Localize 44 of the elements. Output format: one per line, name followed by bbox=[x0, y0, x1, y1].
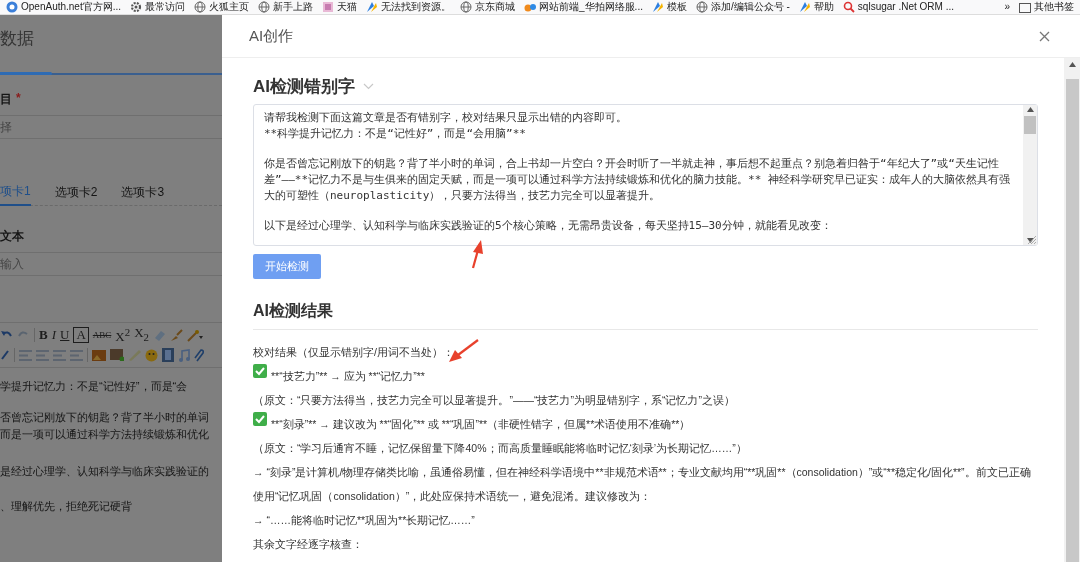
bookmark-folder[interactable]: 其他书签 bbox=[1019, 1, 1074, 13]
format-button[interactable]: I bbox=[51, 328, 56, 342]
format-button[interactable]: U bbox=[60, 328, 70, 342]
required-mark: * bbox=[16, 91, 21, 107]
result-text: 校对结果（仅显示错别字/用词不当处）： bbox=[253, 345, 454, 360]
format-button[interactable]: B bbox=[39, 328, 48, 342]
bookmark-link[interactable]: 天猫 bbox=[322, 1, 358, 13]
dialog-title: AI创作 bbox=[249, 26, 294, 46]
format-button[interactable]: A bbox=[73, 327, 89, 343]
format-button[interactable]: ABC bbox=[92, 328, 112, 342]
editor-text: 是经过心理学、认知科学与临床实践验证的 bbox=[0, 464, 210, 479]
bookmark-link[interactable]: 模板 bbox=[651, 1, 687, 13]
bookmark-link[interactable]: 网站前端_华拍网络服... bbox=[524, 1, 643, 13]
result-text: **“技艺力”** → 应为 **“记忆力”** bbox=[271, 369, 425, 384]
bookmark-link[interactable]: 添加/编辑公众号 - bbox=[695, 1, 790, 13]
bookmark-link[interactable]: OpenAuth.net官方网... bbox=[6, 1, 122, 13]
editor-text: 、理解优先，拒绝死记硬背 bbox=[0, 499, 133, 514]
bookmark-link[interactable]: 火狐主页 bbox=[194, 1, 250, 13]
result-text: → “……能将临时记忆**巩固为**长期记忆……” bbox=[253, 513, 475, 528]
bookmark-link[interactable]: 京东商城 bbox=[460, 1, 516, 13]
editor-text: 而是一项可以通过科学方法持续锻炼和优化 bbox=[0, 427, 210, 442]
editor-text: 学提升记忆力：不是“记性好”，而是“会 bbox=[0, 379, 189, 394]
result-text: **“刻录”** → 建议改为 **“固化”** 或 **“巩固”**（非硬性错字，但属**术语使用不准确**） bbox=[271, 417, 691, 432]
result-text: （原文：“学习后通宵不睡，记忆保留量下降40%；而高质量睡眠能将临时记忆‘刻录’为长期记忆……”） bbox=[253, 441, 747, 456]
bookmark-link[interactable]: 无法找到资源。 bbox=[366, 1, 452, 13]
field-label: 目 bbox=[0, 91, 12, 108]
page-title: 数据 bbox=[0, 28, 35, 50]
result-text: 其余文字经逐字核查： bbox=[253, 537, 363, 552]
overflow-chevron[interactable]: » bbox=[1004, 1, 1010, 13]
editor-text: 否曾忘记刚放下的钥匙？背了半小时的单词 bbox=[0, 410, 210, 425]
bookmark-link[interactable]: 新手上路 bbox=[258, 1, 314, 13]
bookmark-link[interactable]: 帮助 bbox=[798, 1, 834, 13]
result-title: AI检测结果 bbox=[253, 301, 1038, 330]
field-label: 文本 bbox=[0, 228, 24, 245]
section-title: AI检测错别字 bbox=[253, 75, 355, 98]
tab[interactable]: 选项卡3 bbox=[121, 179, 165, 205]
format-button[interactable]: X$_{2}$ bbox=[134, 326, 149, 344]
tab[interactable]: 选项卡2 bbox=[54, 179, 98, 205]
bookmark-link[interactable]: 最常访问 bbox=[130, 1, 186, 13]
result-text: （原文：“只要方法得当，技艺力完全可以显著提升。”——“技艺力”为明显错别字，系“记忆力”之误） bbox=[253, 393, 735, 408]
prompt-field[interactable]: 请帮我检测下面这篇文章是否有错别字，校对结果只显示出错的内容即可。 **科学提升记忆力：不是“记性好”，而是“会用脑”** 你是否曾忘记刚放下的钥匙？背了半小时的单词，合上书却一片空白？开会时听了一半就走神，事后想不起重点？别急着归咎于“年纪大了”或“天生记性差”——**记忆力不是与生俱来的固定天赋，而是一项可以通过科学方法持续锻炼和优化的脑力技能。** 神经科学研究早已证实：成年人的大脑依然具有强大的可塑性（neuroplasticity），只要方法得当，技艺力完全可以显著提升。 以下是经过心理学、认知科学与临床实践验证的5个核心策略，无需昂贵设备，每天坚持15–30分钟，就能看见改变： bbox=[253, 104, 1038, 246]
result-text: → “刻录”是计算机/物理存储类比喻，虽通俗易懂，但在神经科学语境中**非规范术语**；专业文献均用“**巩固**（consolidation）”或“**稳定化/固化**”。前文已正确使用“记忆巩固（consolidation）”，此处应保持术语统一，避免混淆。建议修改为： bbox=[253, 465, 1032, 504]
format-button[interactable]: X$^{2}$ bbox=[115, 325, 131, 345]
bookmark-link[interactable]: sqlsugar .Net ORM ... bbox=[842, 1, 954, 13]
